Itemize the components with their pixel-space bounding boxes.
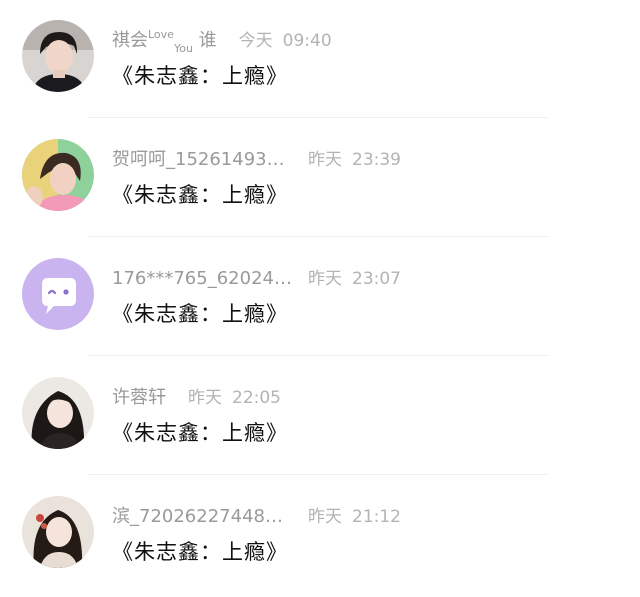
comment-timestamp: 昨天 21:12 [308, 507, 401, 527]
divider [88, 236, 548, 237]
username[interactable]: 滨_72026227448… [112, 502, 308, 528]
username[interactable]: 贺呵呵_15261493… [112, 145, 308, 171]
username[interactable]: 许蓉轩 [112, 383, 166, 409]
comment-meta: 祺会LoveYou 谁 今天 09:40 [112, 26, 332, 55]
comment-timestamp: 昨天 23:07 [308, 269, 401, 289]
avatar-photo-icon [22, 377, 94, 449]
username[interactable]: 祺会LoveYou 谁 [112, 26, 217, 55]
default-avatar-icon [22, 258, 94, 330]
comment-text: 《朱志鑫：上瘾》 [112, 183, 288, 207]
comment-timestamp: 昨天 23:39 [308, 150, 401, 170]
user-avatar[interactable] [22, 139, 94, 211]
username[interactable]: 176***765_62024… [112, 268, 308, 289]
comment-item[interactable]: 滨_72026227448… 昨天 21:12 《朱志鑫：上瘾》 [0, 476, 640, 595]
comment-meta: 176***765_62024… 昨天 23:07 [112, 264, 401, 289]
comment-meta: 许蓉轩 昨天 22:05 [112, 383, 281, 409]
user-avatar[interactable] [22, 20, 94, 92]
user-avatar[interactable] [22, 258, 94, 330]
comment-meta: 贺呵呵_15261493… 昨天 23:39 [112, 145, 401, 171]
comment-timestamp: 昨天 22:05 [188, 388, 281, 408]
comment-meta: 滨_72026227448… 昨天 21:12 [112, 502, 401, 528]
comment-item[interactable]: 贺呵呵_15261493… 昨天 23:39 《朱志鑫：上瘾》 [0, 119, 640, 238]
comment-text: 《朱志鑫：上瘾》 [112, 540, 288, 564]
user-avatar[interactable] [22, 377, 94, 449]
comment-list: 祺会LoveYou 谁 今天 09:40 《朱志鑫：上瘾》 贺呵呵_15261493… [0, 0, 640, 597]
avatar-photo-icon [22, 139, 94, 211]
divider [88, 355, 548, 356]
comment-text: 《朱志鑫：上瘾》 [112, 302, 288, 326]
user-avatar[interactable] [22, 496, 94, 568]
divider [88, 117, 548, 118]
comment-item[interactable]: 176***765_62024… 昨天 23:07 《朱志鑫：上瘾》 [0, 238, 640, 357]
comment-text: 《朱志鑫：上瘾》 [112, 64, 288, 88]
divider [88, 474, 548, 475]
comment-item[interactable]: 许蓉轩 昨天 22:05 《朱志鑫：上瘾》 [0, 357, 640, 476]
comment-text: 《朱志鑫：上瘾》 [112, 421, 288, 445]
comment-timestamp: 今天 09:40 [238, 31, 332, 51]
avatar-photo-icon [22, 496, 94, 568]
avatar-photo-icon [22, 20, 94, 92]
comment-item[interactable]: 祺会LoveYou 谁 今天 09:40 《朱志鑫：上瘾》 [0, 0, 640, 119]
